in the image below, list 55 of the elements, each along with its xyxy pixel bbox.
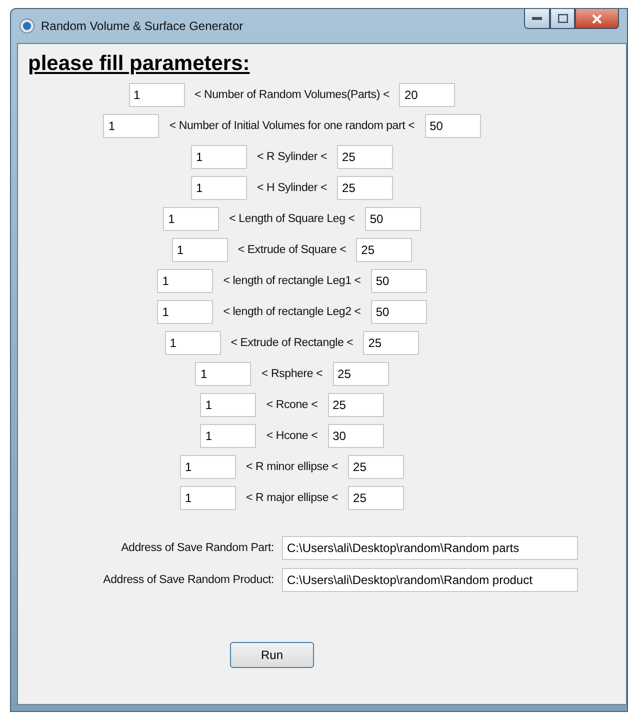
minimize-button[interactable] (524, 9, 550, 29)
max-input-field[interactable]: 50 (370, 269, 427, 293)
parameter-label: < R major ellipse < (246, 492, 338, 504)
minimize-icon (532, 16, 542, 20)
maximize-icon (558, 14, 568, 23)
min-input-field[interactable]: 1 (103, 114, 160, 138)
parameter-label: < R minor ellipse < (246, 461, 338, 473)
parameter-label: < R Sylinder < (256, 151, 328, 163)
parameter-label: < Length of Square Leg < (229, 213, 355, 225)
parameter-label: < Rsphere < (261, 368, 323, 380)
window-title: Random Volume & Surface Generator (41, 19, 244, 33)
address-label: Address of Save Random Product: (102, 574, 274, 586)
run-button[interactable]: Run (230, 642, 314, 668)
max-input-field[interactable]: 50 (364, 207, 421, 231)
min-input-field[interactable]: 1 (190, 176, 247, 200)
max-input-field[interactable]: 25 (363, 331, 420, 355)
max-input-field[interactable]: 30 (328, 424, 384, 448)
parameter-label: < H Sylinder < (256, 182, 328, 194)
min-input-field[interactable]: 1 (180, 455, 236, 479)
path-input-field[interactable]: C:\Users\ali\Desktop\random\Random product (282, 568, 578, 592)
max-input-field[interactable]: 25 (348, 455, 404, 479)
max-input-field[interactable]: 20 (399, 83, 456, 107)
parameter-label: < Number of Random Volumes(Parts) < (194, 89, 390, 101)
parameter-label: < Extrude of Square < (238, 244, 346, 256)
min-input-field[interactable]: 1 (157, 269, 214, 293)
min-input-field[interactable]: 1 (157, 300, 214, 324)
min-input-field[interactable]: 1 (190, 145, 247, 169)
min-input-field[interactable]: 1 (195, 362, 252, 386)
max-input-field[interactable]: 25 (337, 176, 394, 200)
parameter-label: < Hcone < (266, 430, 318, 442)
address-label: Address of Save Random Part: (120, 542, 274, 554)
max-input-field[interactable]: 25 (337, 145, 394, 169)
max-input-field[interactable]: 25 (356, 238, 412, 262)
min-input-field[interactable]: 1 (163, 207, 220, 231)
close-icon (592, 14, 602, 24)
parameter-label: < Extrude of Rectangle < (230, 337, 354, 349)
parameter-label: < Rcone < (266, 399, 318, 411)
min-input-field[interactable]: 1 (172, 238, 228, 262)
max-input-field[interactable]: 50 (370, 300, 427, 324)
close-button[interactable] (575, 9, 619, 29)
max-input-field[interactable]: 25 (328, 393, 384, 417)
min-input-field[interactable]: 1 (200, 393, 256, 417)
parameter-label: < length of rectangle Leg2 < (223, 306, 361, 318)
parameter-label: < Number of Initial Volumes for one random part < (169, 120, 415, 132)
min-input-field[interactable]: 1 (200, 424, 256, 448)
parameter-label: < length of rectangle Leg1 < (223, 275, 361, 287)
min-input-field[interactable]: 1 (180, 486, 236, 510)
max-input-field[interactable]: 25 (348, 486, 404, 510)
max-input-field[interactable]: 50 (424, 114, 481, 138)
path-input-field[interactable]: C:\Users\ali\Desktop\random\Random parts (282, 536, 578, 560)
form-heading: please fill parameters: (28, 52, 251, 76)
min-input-field[interactable]: 1 (164, 331, 221, 355)
min-input-field[interactable]: 1 (128, 83, 184, 107)
maximize-button[interactable] (550, 9, 575, 29)
max-input-field[interactable]: 25 (332, 362, 389, 386)
